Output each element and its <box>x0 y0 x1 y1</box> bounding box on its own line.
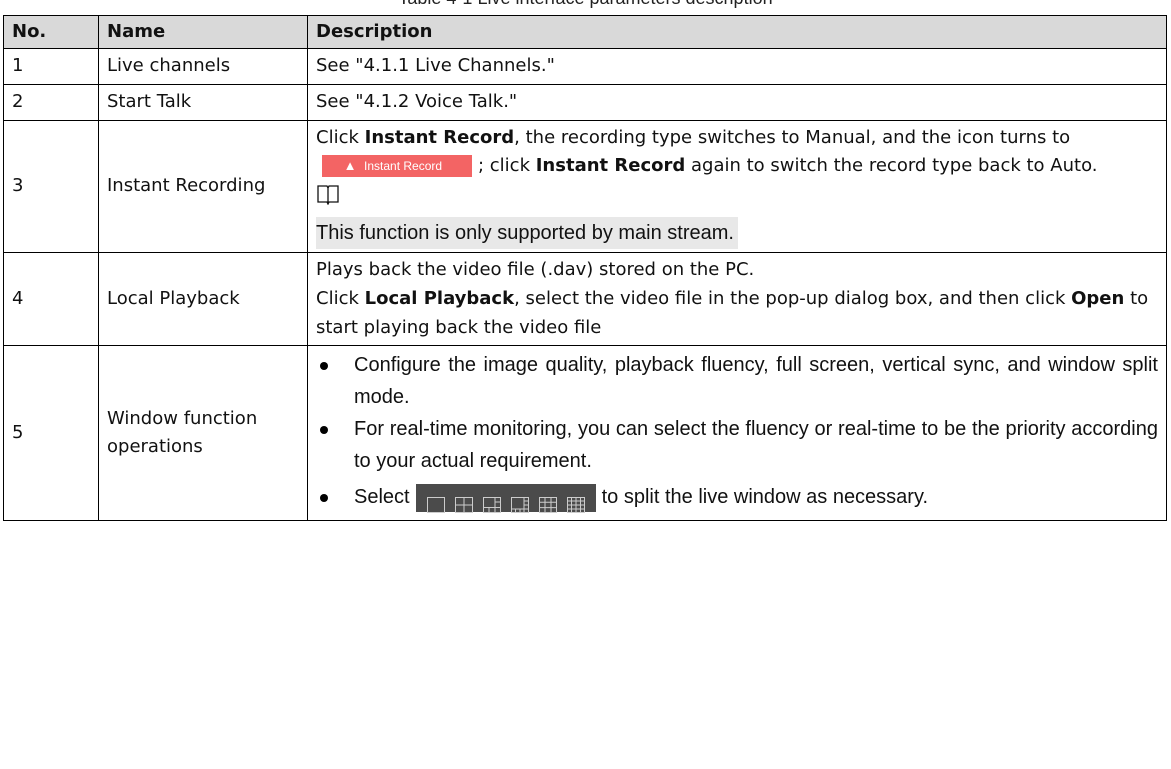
table-row: 4 Local Playback Plays back the video fi… <box>3 251 1167 347</box>
desc-line: Plays back the video file (.dav) stored … <box>316 258 755 280</box>
desc-line: Click Local Playback, select the video f… <box>316 285 1158 343</box>
bullet-dot-icon <box>320 362 328 371</box>
table-row: 3 Instant Recording Click Instant Record… <box>3 119 1167 253</box>
table-row: 2 Start Talk See "4.1.2 Voice Talk." <box>3 83 1167 121</box>
instant-record-badge: ▲ Instant Record <box>322 155 472 178</box>
bullet-text: Select <box>354 486 410 509</box>
ui-term-instant-record: Instant Record <box>364 126 515 148</box>
bullet-dot-icon <box>320 494 328 503</box>
ui-term-open: Open <box>1071 287 1125 309</box>
split-16-icon <box>566 496 585 513</box>
row-name: Instant Recording <box>98 119 308 253</box>
desc-text: , select the video file in the pop-up di… <box>514 287 1072 309</box>
badge-label: Instant Record <box>364 159 443 174</box>
split-8-icon <box>510 496 529 513</box>
row-description: See "4.1.2 Voice Talk." <box>307 83 1167 121</box>
table-caption: Table 4-1 Live interface parameters desc… <box>0 0 1171 9</box>
desc-text: , the recording type switches to Manual,… <box>514 126 1071 148</box>
bullet-text: For real-time monitoring, you can select… <box>354 418 1158 473</box>
list-item: For real-time monitoring, you can select… <box>316 413 1158 477</box>
row-no: 1 <box>3 48 99 85</box>
row-name: Live channels <box>98 48 308 85</box>
row-description: Click Instant Record, the recording type… <box>307 119 1167 253</box>
split-1-icon <box>426 496 445 513</box>
split-4-icon <box>454 496 473 513</box>
bullet-text: to split the live window as necessary. <box>601 486 929 509</box>
table-row: 1 Live channels See "4.1.1 Live Channels… <box>3 48 1167 85</box>
list-item: Select to split the live window as necess… <box>316 477 1158 517</box>
open-book-note-icon <box>316 183 1158 215</box>
row-description: Configure the image quality, playback fl… <box>307 345 1167 522</box>
row-no: 3 <box>3 119 99 253</box>
desc-text: again to switch the record type back to … <box>685 155 1098 177</box>
table-row: 5 Window function operations Configure t… <box>3 345 1167 522</box>
list-item: Configure the image quality, playback fl… <box>316 349 1158 413</box>
bullet-dot-icon <box>320 426 328 435</box>
note-text: This function is only supported by main … <box>316 216 738 249</box>
table-header-row: No. Name Description <box>3 15 1167 49</box>
warning-triangle-icon: ▲ <box>343 158 357 174</box>
row-description: Plays back the video file (.dav) stored … <box>307 251 1167 347</box>
ui-term-instant-record: Instant Record <box>535 155 686 177</box>
split-mode-toolbar <box>415 484 596 513</box>
bullet-list: Configure the image quality, playback fl… <box>316 349 1158 517</box>
split-6-icon <box>482 496 501 513</box>
desc-text: Click <box>316 126 365 148</box>
desc-text: Click <box>316 287 365 309</box>
bullet-text: Configure the image quality, playback fl… <box>354 354 1158 409</box>
header-name: Name <box>98 15 308 49</box>
row-no: 2 <box>3 83 99 121</box>
ui-term-local-playback: Local Playback <box>364 287 515 309</box>
row-no: 5 <box>3 345 99 522</box>
row-description: See "4.1.1 Live Channels." <box>307 48 1167 85</box>
row-name: Window function operations <box>98 345 308 522</box>
parameters-table: No. Name Description 1 Live channels See… <box>3 15 1167 522</box>
desc-text: ; click <box>478 155 536 177</box>
row-no: 4 <box>3 251 99 347</box>
row-name: Start Talk <box>98 83 308 121</box>
split-9-icon <box>538 496 557 513</box>
header-description: Description <box>307 15 1167 49</box>
row-name: Local Playback <box>98 251 308 347</box>
header-no: No. <box>3 15 99 49</box>
